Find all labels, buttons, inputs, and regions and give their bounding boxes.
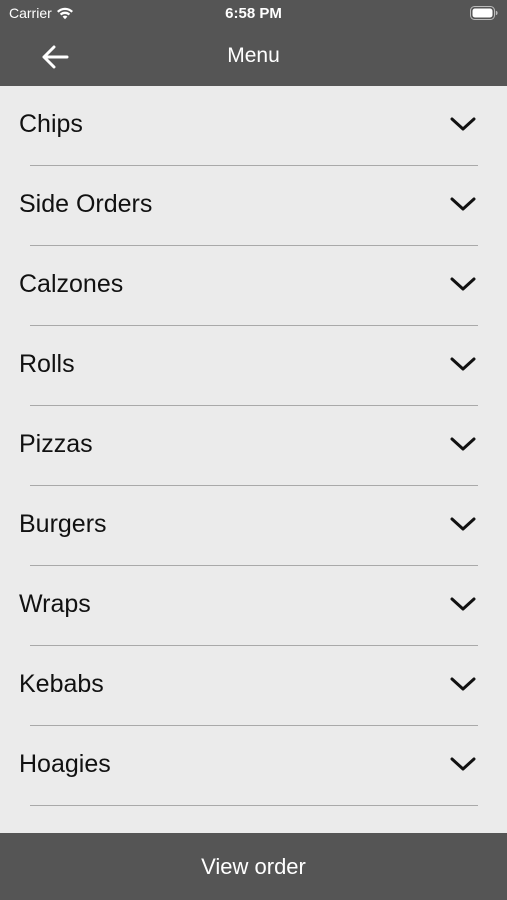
menu-screen: Carrier 6:58 PM Menu Chips Side Orders C…	[0, 0, 507, 900]
menu-category-list: Chips Side Orders Calzones Rolls Pizzas …	[0, 86, 507, 833]
view-order-button[interactable]: View order	[0, 833, 507, 900]
menu-item-label: Calzones	[19, 270, 124, 298]
menu-item-label: Rolls	[19, 350, 75, 378]
menu-item-side-orders[interactable]: Side Orders	[0, 166, 507, 246]
status-time: 6:58 PM	[225, 5, 282, 22]
chevron-down-icon	[450, 277, 476, 291]
status-bar: Carrier 6:58 PM	[0, 0, 507, 28]
menu-item-burgers[interactable]: Burgers	[0, 486, 507, 566]
menu-item-label: Side Orders	[19, 190, 153, 218]
chevron-down-icon	[450, 677, 476, 691]
menu-item-label: Burgers	[19, 510, 107, 538]
chevron-down-icon	[450, 437, 476, 451]
menu-item-label: Kebabs	[19, 670, 104, 698]
menu-item-hoagies[interactable]: Hoagies	[0, 726, 507, 806]
chevron-down-icon	[450, 357, 476, 371]
menu-item-label: Pizzas	[19, 430, 93, 458]
chevron-down-icon	[450, 117, 476, 131]
chevron-down-icon	[450, 517, 476, 531]
menu-item-wraps[interactable]: Wraps	[0, 566, 507, 646]
battery-icon	[470, 6, 498, 20]
menu-item-calzones[interactable]: Calzones	[0, 246, 507, 326]
nav-bar: Menu	[0, 28, 507, 86]
menu-item-kebabs[interactable]: Kebabs	[0, 646, 507, 726]
chevron-down-icon	[450, 757, 476, 771]
menu-item-rolls[interactable]: Rolls	[0, 326, 507, 406]
chevron-down-icon	[450, 197, 476, 211]
menu-item-pizzas[interactable]: Pizzas	[0, 406, 507, 486]
menu-item-chips[interactable]: Chips	[0, 86, 507, 166]
divider	[30, 805, 478, 806]
menu-item-label: Wraps	[19, 590, 91, 618]
menu-item-label: Hoagies	[19, 750, 111, 778]
view-order-label: View order	[201, 853, 306, 879]
top-bar: Carrier 6:58 PM Menu	[0, 0, 507, 86]
chevron-down-icon	[450, 597, 476, 611]
page-title: Menu	[227, 44, 280, 67]
menu-item-label: Chips	[19, 110, 83, 138]
